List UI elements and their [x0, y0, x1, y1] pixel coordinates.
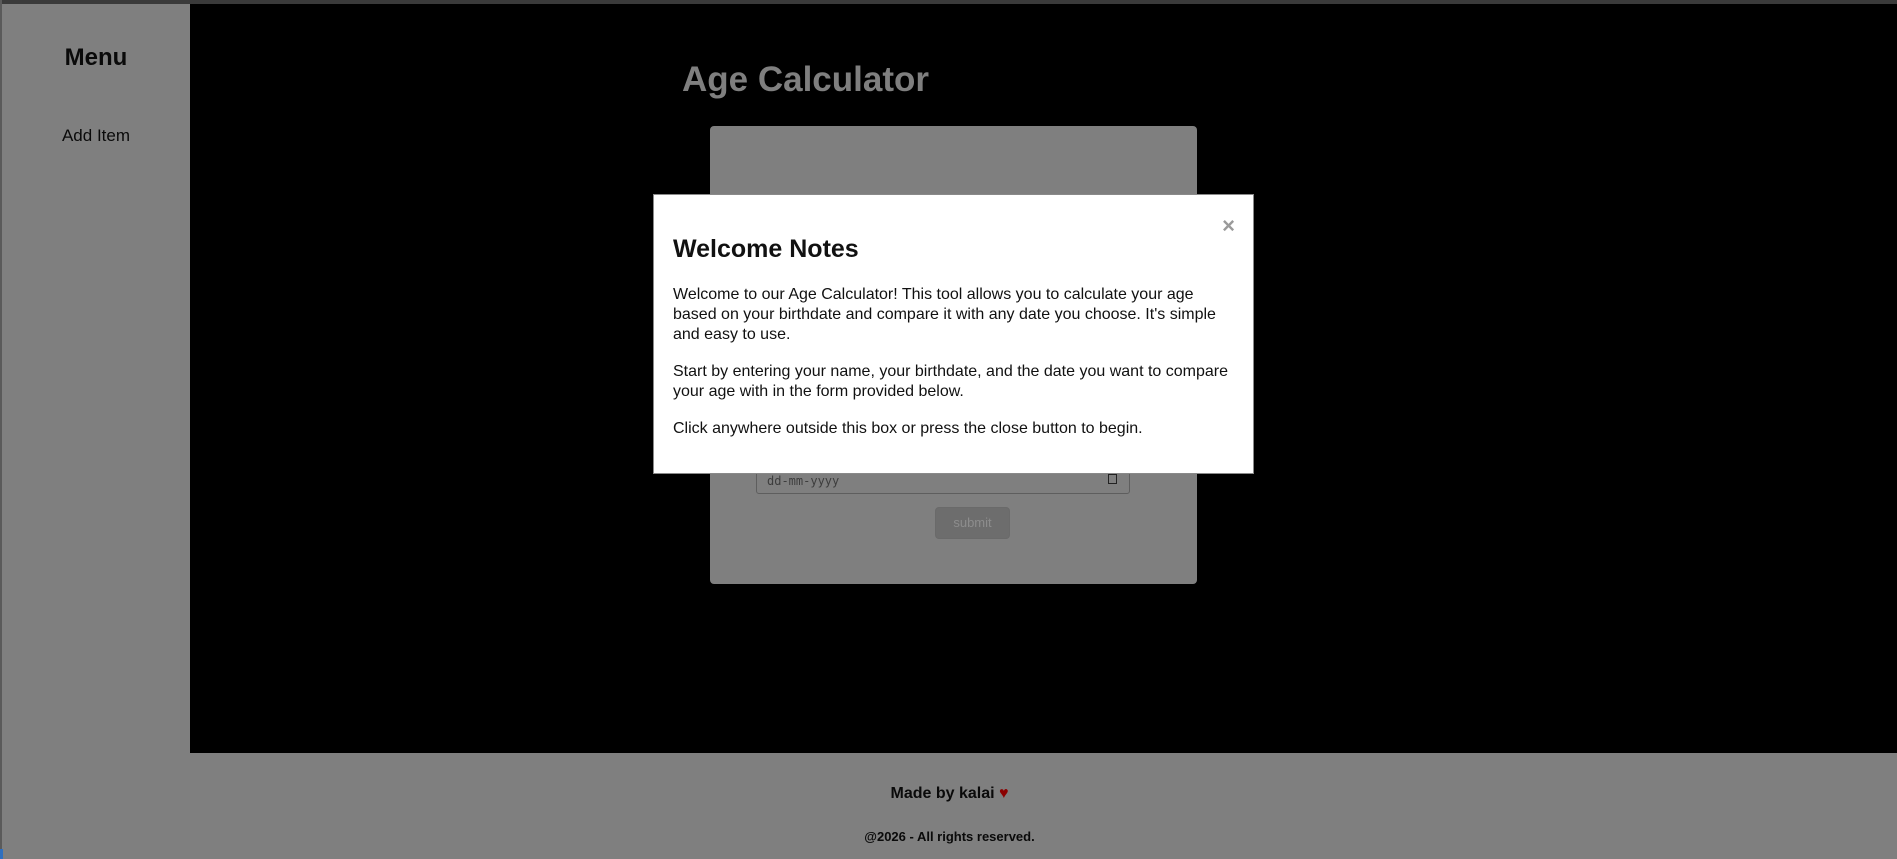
modal-paragraph-begin: Click anywhere outside this box or press…	[673, 420, 1143, 437]
modal-paragraph-intro: Welcome to our Age Calculator! This tool…	[673, 286, 1216, 343]
sidebar-title: Menu	[64, 44, 128, 71]
footer-credit: Made by kalai ♥	[2, 785, 1897, 803]
welcome-modal: × Welcome Notes Welcome to our Age Calcu…	[653, 194, 1254, 474]
footer: Made by kalai ♥ @2026 - All rights reser…	[2, 753, 1897, 859]
heart-icon: ♥	[999, 785, 1009, 802]
modal-title: Welcome Notes	[673, 235, 859, 263]
modal-paragraph-instructions: Start by entering your name, your birthd…	[673, 363, 1228, 400]
sidebar: Menu Add Item	[2, 4, 190, 753]
submit-button[interactable]: submit	[935, 507, 1010, 539]
date-placeholder: dd-mm-yyyy	[767, 474, 840, 488]
footer-rights: @2026 - All rights reserved.	[864, 829, 1035, 844]
close-icon[interactable]: ×	[1222, 215, 1235, 237]
page-title: Age Calculator	[682, 60, 929, 99]
calendar-icon[interactable]	[1108, 474, 1117, 484]
sidebar-item-add-item[interactable]: Add Item	[2, 126, 190, 146]
corner-indicator	[0, 849, 3, 859]
footer-made-by: Made by kalai	[890, 785, 995, 802]
